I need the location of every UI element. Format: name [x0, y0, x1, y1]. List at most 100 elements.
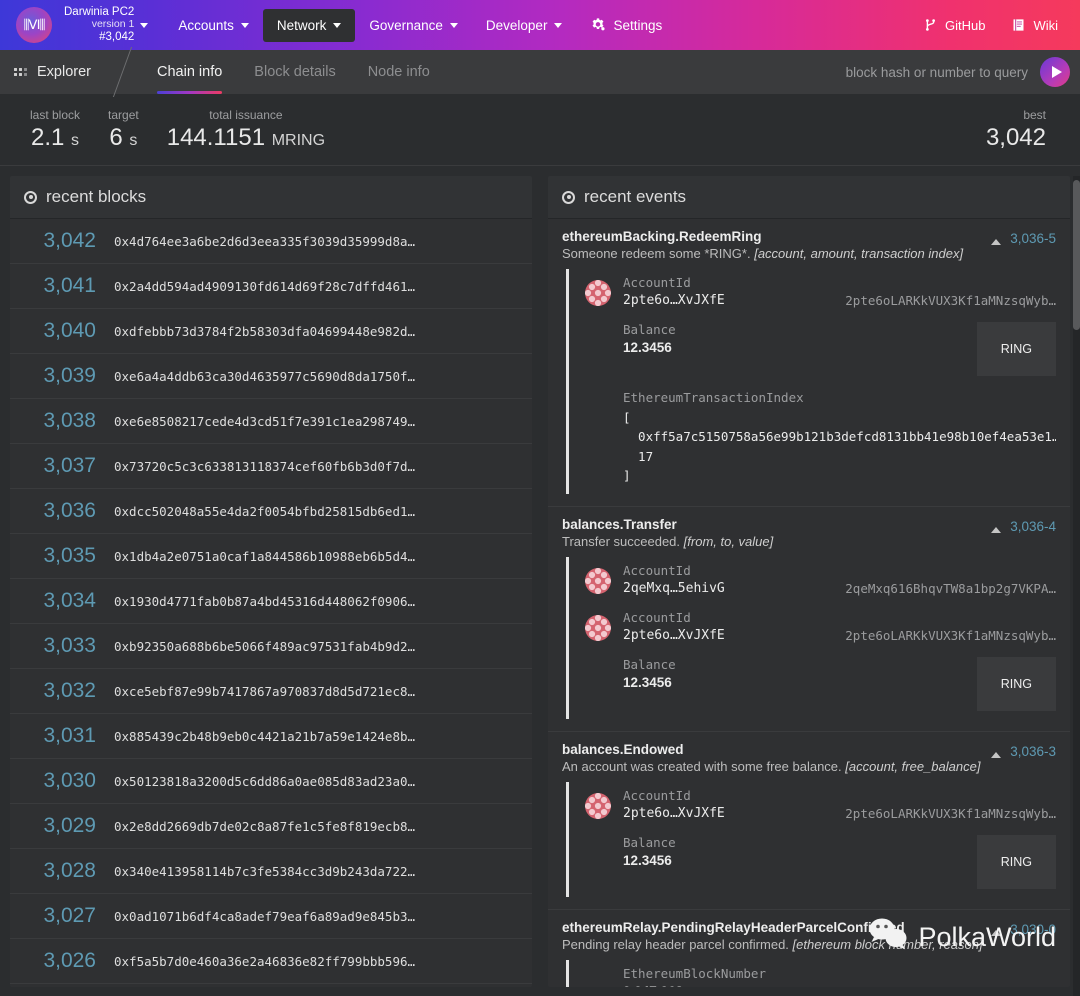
page-scrollbar-thumb[interactable] [1073, 180, 1080, 330]
block-number[interactable]: 3,041 [24, 274, 96, 298]
main-content: recent blocks 3,042 0x4d764ee3a6be2d6d3ee… [0, 166, 1080, 987]
block-number[interactable]: 3,026 [24, 949, 96, 973]
block-row[interactable]: 3,038 0xe6e8508217cede4d3cd51f7e391c1ea29… [10, 399, 532, 444]
block-row[interactable]: 3,034 0x1930d4771fab0b87a4bd45316d448062f… [10, 579, 532, 624]
identicon-avatar [584, 614, 612, 641]
field-texts: AccountId 2qeMxq…5ehivG [623, 563, 725, 596]
block-hash: 0x73720c5c3c633813118374cef60fb6b3d0f7d… [114, 458, 416, 474]
block-number[interactable]: 3,040 [24, 319, 96, 343]
block-row[interactable]: 3,035 0x1db4a2e0751a0caf1a844586b10988eb6… [10, 534, 532, 579]
recent-events-header: recent events [548, 176, 1070, 219]
recent-events-list[interactable]: ethereumBacking.RedeemRing Someone redeem… [548, 219, 1070, 987]
chain-selector[interactable]: Darwinia PC2 version 1 #3,042 [64, 6, 149, 44]
currency-unit-badge: RING [976, 322, 1056, 376]
event-description: Pending relay header parcel confirmed. [… [562, 937, 991, 952]
logo-glyph: ⫼Ⅵ⫼ [23, 17, 46, 33]
block-row[interactable]: 3,027 0x0ad1071b6df4ca8adef79eaf6a89ad9e8… [10, 894, 532, 939]
nav-item-network[interactable]: Network [262, 8, 356, 42]
block-number[interactable]: 3,036 [24, 499, 96, 523]
git-branch-icon [923, 17, 938, 33]
event-meta: 3,036-4 [991, 517, 1056, 534]
event-field: Balance 12.3456 RING [585, 316, 1056, 384]
nav-developer-label: Developer [485, 17, 548, 33]
nav-wiki-label: Wiki [1033, 17, 1058, 33]
block-number[interactable]: 3,034 [24, 589, 96, 613]
block-number[interactable]: 3,037 [24, 454, 96, 478]
event-body: AccountId 2pte6o…XvJXfE 2pte6oLARKkVUX3Kf1… [566, 269, 1056, 494]
event-index[interactable]: 3,036-5 [1010, 231, 1056, 246]
field-label: AccountId [623, 609, 691, 625]
block-hash: 0x885439c2b48b9eb0c4421a21b7a59e1424e8b… [114, 728, 416, 744]
tab-chain-info[interactable]: Chain info [141, 50, 238, 94]
event-card: balances.Endowed An account was created w… [548, 732, 1070, 910]
nav-item-settings[interactable]: Settings [576, 8, 676, 42]
breadcrumb[interactable]: Explorer [0, 50, 109, 94]
event-index[interactable]: 3,030-0 [1010, 922, 1056, 937]
event-name: ethereumRelay.PendingRelayHeaderParcelCo… [562, 919, 905, 935]
event-header: ethereumBacking.RedeemRing Someone redeem… [562, 229, 1056, 261]
tab-node-info[interactable]: Node info [352, 50, 446, 94]
nav-item-wiki[interactable]: Wiki [1009, 11, 1060, 39]
event-titles: balances.Endowed An account was created w… [562, 742, 991, 774]
block-query-input[interactable] [728, 64, 1028, 80]
block-row[interactable]: 3,026 0xf5a5b7d0e460a36e2a46836e82ff799bb… [10, 939, 532, 984]
chevron-up-icon[interactable] [991, 526, 1002, 533]
recent-blocks-header: recent blocks [10, 176, 532, 219]
block-number[interactable]: 3,031 [24, 724, 96, 748]
block-row[interactable]: 3,042 0x4d764ee3a6be2d6d3eea335f3039d3599… [10, 219, 532, 264]
block-number[interactable]: 3,032 [24, 679, 96, 703]
block-number[interactable]: 3,029 [24, 814, 96, 838]
block-number[interactable]: 3,030 [24, 769, 96, 793]
block-number[interactable]: 3,035 [24, 544, 96, 568]
nav-item-developer[interactable]: Developer [472, 9, 577, 42]
event-index[interactable]: 3,036-3 [1010, 744, 1056, 759]
field-texts: Balance 12.3456 [623, 322, 676, 355]
block-row[interactable]: 3,036 0xdcc502048a55e4da2f0054bfbd25815db… [10, 489, 532, 534]
query-submit-button[interactable] [1040, 57, 1070, 87]
block-row[interactable]: 3,030 0x50123818a3200d5c6dd86a0ae085d83ad… [10, 759, 532, 804]
nav-item-governance[interactable]: Governance [355, 9, 472, 42]
block-row[interactable]: 3,029 0x2e8dd2669db7de02c8a87fe1c5fe8f819… [10, 804, 532, 849]
block-row[interactable]: 3,041 0x2a4dd594ad4909130fd614d69f28c7dff… [10, 264, 532, 309]
block-hash: 0xe6a4a4ddb63ca30d4635977c5690d8da1750f… [114, 368, 416, 384]
block-row[interactable]: 3,040 0xdfebbb73d3784f2b58303dfa04699448e… [10, 309, 532, 354]
stat-total-issuance-label: total issuance [209, 107, 283, 122]
event-titles: ethereumRelay.PendingRelayHeaderParcelCo… [562, 920, 991, 952]
chevron-down-icon [333, 22, 342, 28]
block-row[interactable]: 3,028 0x340e413958114b7c3fe5384cc3d9b243d… [10, 849, 532, 894]
stat-total-issuance-unit: MRING [271, 131, 326, 149]
darwinia-logo[interactable]: ⫼Ⅵ⫼ [16, 7, 52, 43]
chevron-up-icon[interactable] [991, 751, 1002, 758]
block-row[interactable]: 3,037 0x73720c5c3c633813118374cef60fb6b3d… [10, 444, 532, 489]
field-main: Balance 12.3456 [585, 322, 977, 355]
chain-version: version 1 [91, 18, 135, 31]
block-number[interactable]: 3,033 [24, 634, 96, 658]
block-row[interactable]: 3,0250x549e5c0d72c7b289ca04d054988363272… [10, 984, 532, 987]
tab-block-details[interactable]: Block details [238, 50, 351, 94]
recent-blocks-list[interactable]: 3,042 0x4d764ee3a6be2d6d3eea335f3039d3599… [10, 219, 532, 987]
event-desc-text: Transfer succeeded. [562, 533, 681, 549]
field-main: AccountId 2pte6o…XvJXfE [584, 275, 831, 308]
event-body: EthereumBlockNumber9,947,963BytesNot Eno… [566, 959, 1056, 987]
block-row[interactable]: 3,033 0xb92350a688b6be5066f489ac97531fab4… [10, 624, 532, 669]
chevron-up-icon[interactable] [991, 239, 1002, 245]
block-number[interactable]: 3,028 [24, 859, 96, 883]
field-full-address: 2pte6oLARKkVUX3Kf1aMNzsqWyb… [845, 627, 1056, 643]
field-main: AccountId 2qeMxq…5ehivG [584, 563, 831, 596]
block-row[interactable]: 3,032 0xce5ebf87e99b7417867a970837d8d5d72… [10, 669, 532, 714]
field-texts: AccountId 2pte6o…XvJXfE [623, 788, 725, 821]
block-number[interactable]: 3,039 [24, 364, 96, 388]
nav-item-github[interactable]: GitHub [921, 11, 987, 39]
event-header: ethereumRelay.PendingRelayHeaderParcelCo… [562, 920, 1056, 952]
nav-item-accounts[interactable]: Accounts [164, 9, 263, 42]
field-main: AccountId 2pte6o…XvJXfE [584, 609, 831, 643]
block-number[interactable]: 3,038 [24, 409, 96, 433]
block-row[interactable]: 3,031 0x885439c2b48b9eb0c4421a21b7a59e142… [10, 714, 532, 759]
block-row[interactable]: 3,039 0xe6a4a4ddb63ca30d4635977c5690d8da1… [10, 354, 532, 399]
chevron-up-icon[interactable] [991, 929, 1002, 936]
block-number[interactable]: 3,027 [24, 904, 96, 928]
recent-events-panel: recent events ethereumBacking.RedeemRing… [548, 176, 1070, 987]
block-number[interactable]: 3,042 [24, 229, 96, 253]
field-texts: EthereumTransactionIndex [ 0xff5a7c515075… [623, 390, 1056, 486]
event-index[interactable]: 3,036-4 [1010, 519, 1056, 534]
